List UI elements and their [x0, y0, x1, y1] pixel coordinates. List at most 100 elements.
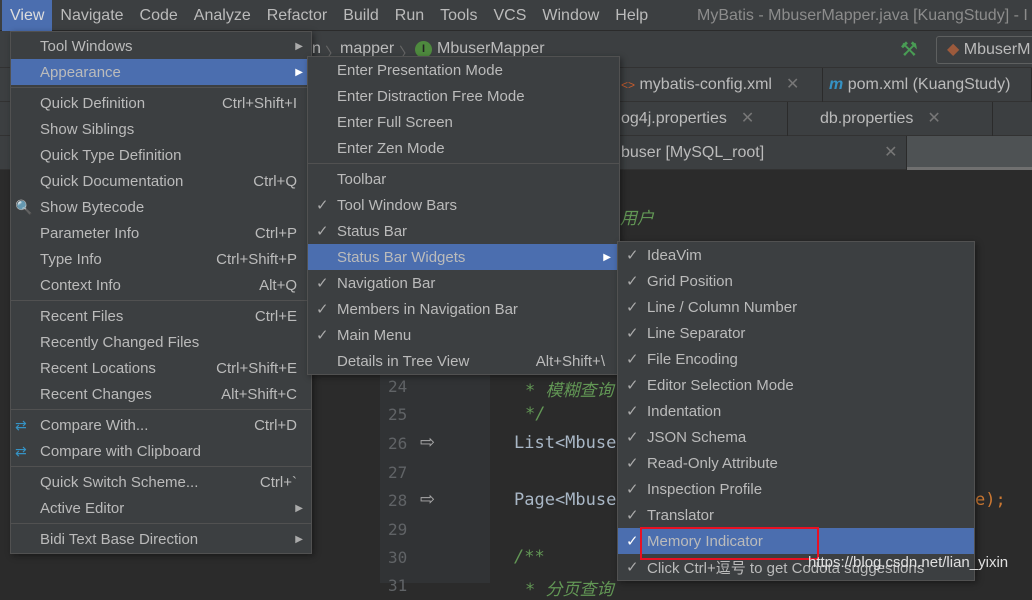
menu-item-tool-window-bars[interactable]: ✓ Tool Window Bars [308, 192, 619, 218]
menu-item-translator[interactable]: ✓ Translator [618, 502, 974, 528]
menu-item-recent-files[interactable]: Recent Files Ctrl+E [11, 303, 311, 329]
menu-item-members-in-navigation-bar[interactable]: ✓ Members in Navigation Bar [308, 296, 619, 322]
checkmark-icon: ✓ [626, 351, 639, 368]
menu-item-navigation-bar[interactable]: ✓ Navigation Bar [308, 270, 619, 296]
line-number: 31 [388, 576, 408, 595]
menu-item-type-info[interactable]: Type Info Ctrl+Shift+P [11, 246, 311, 272]
menu-item-status-bar-widgets[interactable]: Status Bar Widgets ▶ [308, 244, 619, 270]
menu-run[interactable]: Run [387, 0, 432, 31]
menu-item-file-encoding[interactable]: ✓ File Encoding [618, 346, 974, 372]
menu-item-tool-windows[interactable]: Tool Windows ▶ [11, 33, 311, 59]
menu-item-quick-switch-scheme[interactable]: Quick Switch Scheme... Ctrl+` [11, 469, 311, 495]
menu-navigate[interactable]: Navigate [52, 0, 131, 31]
menu-analyze[interactable]: Analyze [186, 0, 259, 31]
checkmark-icon: ✓ [626, 325, 639, 342]
submenu-arrow-icon: ▶ [603, 251, 611, 263]
menu-item-quick-definition[interactable]: Quick Definition Ctrl+Shift+I [11, 90, 311, 116]
menu-item-ideavim[interactable]: ✓ IdeaVim [618, 242, 974, 268]
menu-item-read-only-attribute[interactable]: ✓ Read-Only Attribute [618, 450, 974, 476]
line-number: 27 [388, 463, 408, 482]
menu-vcs[interactable]: VCS [485, 0, 534, 31]
close-icon[interactable]: ✕ [786, 76, 799, 93]
menu-item-line-column-number[interactable]: ✓ Line / Column Number [618, 294, 974, 320]
menu-item-label: Recent Locations [40, 359, 156, 377]
shortcut-label: Alt+Shift+\ [535, 352, 605, 370]
menu-item-grid-position[interactable]: ✓ Grid Position [618, 268, 974, 294]
close-icon[interactable]: ✕ [741, 110, 754, 127]
menu-item-label: Grid Position [647, 272, 733, 290]
menu-item-main-menu[interactable]: ✓ Main Menu [308, 322, 619, 348]
close-icon[interactable]: ✕ [884, 144, 897, 161]
menu-item-show-siblings[interactable]: Show Siblings [11, 116, 311, 142]
tab-mbuser-table[interactable]: buser [MySQL_root] ✕ [615, 136, 907, 170]
tab-log4j[interactable]: og4j.properties ✕ [615, 102, 788, 136]
menu-item-enter-distraction-free-mode[interactable]: Enter Distraction Free Mode [308, 83, 619, 109]
menu-item-line-separator[interactable]: ✓ Line Separator [618, 320, 974, 346]
code-comment: */ [525, 404, 546, 424]
menu-item-active-editor[interactable]: Active Editor ▶ [11, 495, 311, 521]
menu-item-label: Editor Selection Mode [647, 376, 794, 394]
menu-item-recently-changed-files[interactable]: Recently Changed Files [11, 329, 311, 355]
menu-item-recent-changes[interactable]: Recent Changes Alt+Shift+C [11, 381, 311, 407]
close-icon[interactable]: ✕ [927, 110, 940, 127]
implementation-arrow-icon[interactable]: ⇨ [420, 489, 435, 510]
submenu-arrow-icon: ▶ [295, 66, 303, 78]
menu-build[interactable]: Build [335, 0, 387, 31]
menu-item-toolbar[interactable]: Toolbar [308, 166, 619, 192]
menu-item-parameter-info[interactable]: Parameter Info Ctrl+P [11, 220, 311, 246]
menu-item-label: Show Bytecode [40, 198, 145, 216]
checkmark-icon: ✓ [626, 429, 639, 446]
line-number: 25 [388, 405, 408, 424]
menu-item-label: Inspection Profile [647, 480, 763, 498]
menu-item-recent-locations[interactable]: Recent Locations Ctrl+Shift+E [11, 355, 311, 381]
menu-item-label: Status Bar Widgets [337, 248, 466, 266]
shortcut-label: Ctrl+E [254, 307, 297, 325]
menu-item-label: Tool Window Bars [337, 196, 458, 214]
menu-item-show-bytecode[interactable]: 🔍 Show Bytecode [11, 194, 311, 220]
menu-view[interactable]: View [2, 0, 53, 31]
menu-item-label: Toolbar [337, 170, 387, 188]
menu-item-indentation[interactable]: ✓ Indentation [618, 398, 974, 424]
menu-item-enter-presentation-mode[interactable]: Enter Presentation Mode [308, 57, 619, 83]
run-configuration-selector[interactable]: ◆ MbuserM [936, 36, 1032, 64]
menu-item-label: Quick Type Definition [40, 146, 182, 164]
menu-item-inspection-profile[interactable]: ✓ Inspection Profile [618, 476, 974, 502]
menu-item-label: Main Menu [337, 326, 412, 344]
menu-item-json-schema[interactable]: ✓ JSON Schema [618, 424, 974, 450]
tab-active[interactable] [907, 136, 1032, 170]
menu-item-quick-documentation[interactable]: Quick Documentation Ctrl+Q [11, 168, 311, 194]
tab-db-properties[interactable]: db.properties ✕ [788, 102, 993, 136]
menu-item-enter-zen-mode[interactable]: Enter Zen Mode [308, 135, 619, 161]
checkmark-icon: ✓ [316, 223, 329, 240]
menu-item-bidi-text-base-direction[interactable]: Bidi Text Base Direction ▶ [11, 526, 311, 552]
menu-tools[interactable]: Tools [432, 0, 485, 31]
checkmark-icon: ✓ [316, 327, 329, 344]
compare-icon: ⇄ [15, 416, 27, 433]
tab-mybatis-config[interactable]: <> mybatis-config.xml ✕ [615, 68, 823, 102]
menu-window[interactable]: Window [534, 0, 607, 31]
menu-item-details-in-tree-view[interactable]: Details in Tree View Alt+Shift+\ [308, 348, 619, 374]
checkmark-icon: ✓ [626, 299, 639, 316]
submenu-arrow-icon: ▶ [295, 533, 303, 545]
menu-help[interactable]: Help [607, 0, 656, 31]
menu-item-context-info[interactable]: Context Info Alt+Q [11, 272, 311, 298]
menu-item-appearance[interactable]: Appearance ▶ [11, 59, 311, 85]
menu-item-label: Enter Presentation Mode [337, 61, 503, 79]
implementation-arrow-icon[interactable]: ⇨ [420, 432, 435, 453]
build-hammer-icon[interactable]: ⚒ [900, 37, 918, 62]
shortcut-label: Ctrl+P [254, 224, 297, 242]
menu-item-editor-selection-mode[interactable]: ✓ Editor Selection Mode [618, 372, 974, 398]
menu-code[interactable]: Code [132, 0, 186, 31]
menu-item-label: Appearance [40, 63, 121, 81]
tab-pom[interactable]: m pom.xml (KuangStudy) [823, 68, 1032, 102]
menu-item-enter-full-screen[interactable]: Enter Full Screen [308, 109, 619, 135]
menu-item-status-bar[interactable]: ✓ Status Bar [308, 218, 619, 244]
checkmark-icon: ✓ [626, 481, 639, 498]
menu-item-quick-type-definition[interactable]: Quick Type Definition [11, 142, 311, 168]
checkmark-icon: ✓ [626, 247, 639, 264]
compare-clipboard-icon: ⇄ [15, 442, 27, 459]
menu-refactor[interactable]: Refactor [259, 0, 335, 31]
menu-item-compare-with-clipboard[interactable]: ⇄ Compare with Clipboard [11, 438, 311, 464]
shortcut-label: Ctrl+Q [253, 172, 297, 190]
menu-item-compare-with[interactable]: ⇄ Compare With... Ctrl+D [11, 412, 311, 438]
